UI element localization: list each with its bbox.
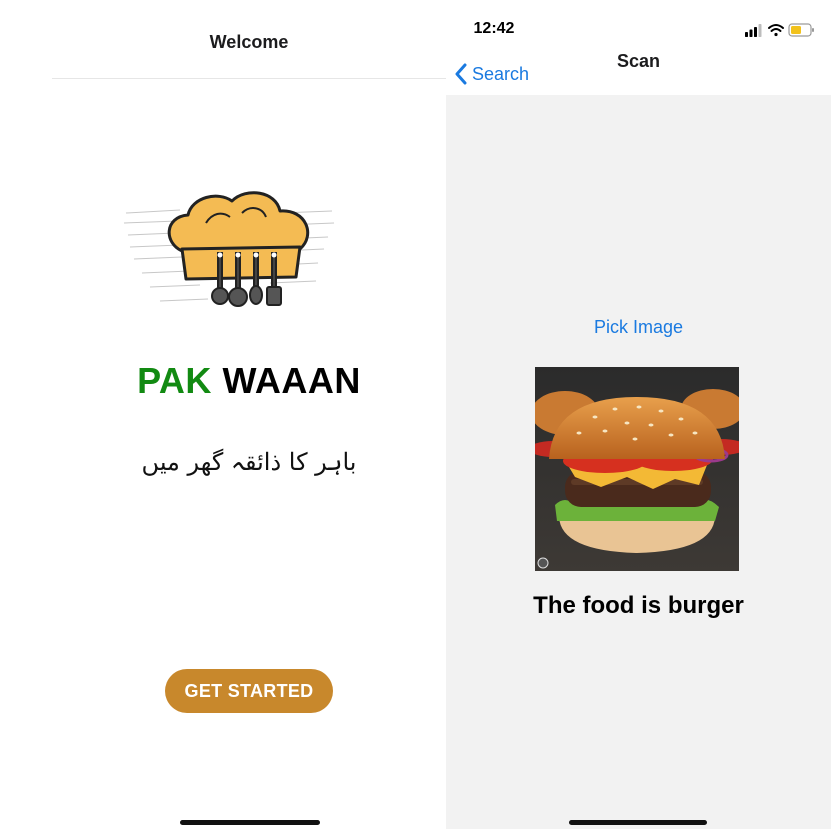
app-brand-title: PAK WAAAN <box>0 360 498 402</box>
home-indicator[interactable] <box>569 820 707 825</box>
wifi-icon <box>768 24 784 37</box>
pick-image-button[interactable]: Pick Image <box>446 317 831 338</box>
brand-waaan: WAAAN <box>222 360 361 401</box>
cellular-signal-icon <box>745 24 762 37</box>
get-started-button[interactable]: GET STARTED <box>165 669 333 713</box>
status-bar-icons <box>745 23 814 37</box>
burger-photo <box>535 367 739 571</box>
scan-result-text: The food is burger <box>533 592 744 619</box>
urdu-tagline: باہر کا ذائقہ گھر میں <box>141 448 357 476</box>
nav-title: Scan <box>616 51 661 71</box>
header-bar: 12:42 Search Scan <box>446 0 831 95</box>
welcome-screen: Welcome PAK WAAAN باہر کا ذائقہ گھر میں … <box>0 0 446 829</box>
nav-divider <box>52 78 446 79</box>
scan-screen: 12:42 Search Scan Pick Image The food is… <box>446 0 831 829</box>
chef-hat-kitchen-utensils-icon <box>123 191 335 307</box>
battery-icon <box>788 23 814 37</box>
home-indicator[interactable] <box>180 820 320 825</box>
brand-pak: PAK <box>137 360 212 401</box>
status-time: 12:42 <box>473 20 515 37</box>
nav-title: Welcome <box>209 32 289 52</box>
